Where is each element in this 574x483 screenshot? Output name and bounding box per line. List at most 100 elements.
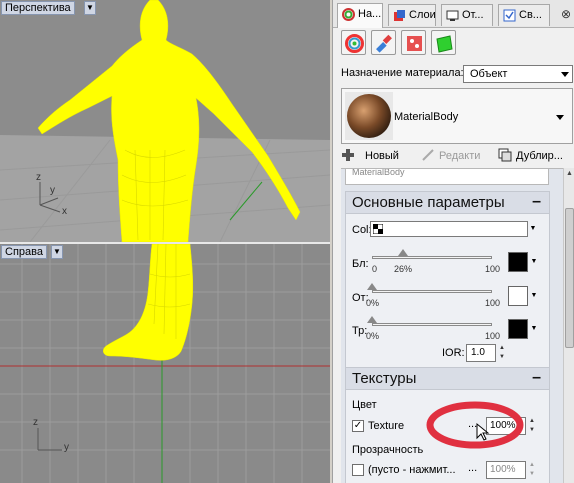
scrollbar[interactable]: ▲ xyxy=(563,168,574,483)
plus-icon xyxy=(342,149,354,161)
transparency-browse-button[interactable]: ... xyxy=(468,462,477,474)
edit-label: Редакти xyxy=(439,150,481,162)
tab-display[interactable]: От... xyxy=(441,4,493,26)
tr-slider[interactable]: 0% 100 xyxy=(366,316,500,341)
collapse-button[interactable]: – xyxy=(532,192,541,212)
chevron-down-icon[interactable]: ▼ xyxy=(529,220,537,238)
checker-icon xyxy=(373,224,383,234)
tab-layers[interactable]: Слои xyxy=(388,4,436,26)
texture-amount-stepper[interactable]: ▲ ▼ xyxy=(527,417,537,435)
slider-max: 100 xyxy=(485,298,501,308)
duplicate-icon xyxy=(498,148,512,162)
basic-parameters-section: Основные параметры – Col: ▼ Бл: 0 26% 10… xyxy=(345,191,550,371)
slider-max: 100 xyxy=(485,331,501,341)
display-tab-icon xyxy=(446,10,459,21)
material-editor-button[interactable] xyxy=(401,30,426,55)
edit-material-button[interactable]: Редакти xyxy=(421,148,480,163)
slider-thumb[interactable] xyxy=(367,283,377,290)
close-icon[interactable]: ⊗ xyxy=(561,8,573,20)
chevron-down-icon[interactable] xyxy=(556,115,564,120)
transparency-amount-input[interactable]: 100% xyxy=(486,461,526,479)
material-name-strip: MaterialBody xyxy=(345,169,549,185)
properties-panel: На... Слои От... Св... ⊗ Назначение мате… xyxy=(332,0,574,483)
viewport-menu-button[interactable]: ▼ xyxy=(84,1,96,15)
viewports-area: Перспектива ▼ z y x Справа ▼ z y xyxy=(0,0,330,483)
assignment-label: Назначение материала: xyxy=(341,67,464,79)
section-title: Основные параметры xyxy=(352,194,505,211)
tr-color-swatch[interactable] xyxy=(508,319,528,339)
ior-label: IOR: xyxy=(442,347,465,359)
eyedropper-icon xyxy=(376,34,392,53)
transparency-amount-stepper[interactable]: ▲ ▼ xyxy=(527,461,537,479)
panel-tabs: На... Слои От... Св... ⊗ xyxy=(333,0,574,28)
axis-x-label: x xyxy=(62,206,67,217)
texture-checkbox[interactable]: ✓ xyxy=(352,420,364,432)
tab-label: Св... xyxy=(519,9,542,21)
paint-icon xyxy=(407,36,422,51)
ot-slider[interactable]: 0% 100 xyxy=(366,283,500,308)
axis-z-label: z xyxy=(36,172,41,183)
chevron-down-icon[interactable]: ▼ xyxy=(530,319,538,339)
bl-slider[interactable]: 0 26% 100 xyxy=(372,249,500,274)
slider-value: 0% xyxy=(366,298,380,308)
right-scene xyxy=(0,244,330,483)
viewport-title-right[interactable]: Справа xyxy=(1,245,47,259)
material-preview-thumbnail xyxy=(345,92,393,140)
transparency-checkbox[interactable] xyxy=(352,464,364,476)
right-viewport[interactable]: Справа ▼ z y xyxy=(0,244,330,483)
match-material-button[interactable] xyxy=(371,30,396,55)
section-title: Текстуры xyxy=(352,370,417,387)
viewport-title-perspective[interactable]: Перспектива xyxy=(1,1,75,15)
texture-browse-button[interactable]: ... xyxy=(468,418,477,430)
texture-button[interactable] xyxy=(431,30,456,55)
chevron-down-icon[interactable]: ▼ xyxy=(530,252,538,272)
texture-icon xyxy=(436,35,453,53)
transparency-texture-name[interactable]: (пусто - нажмит... xyxy=(368,464,456,476)
axis-z-label: z xyxy=(33,417,38,428)
slider-max: 100 xyxy=(485,264,501,274)
slider-track xyxy=(372,256,492,259)
axis-y-label: y xyxy=(64,442,69,453)
section-header-textures[interactable]: Текстуры – xyxy=(346,368,549,390)
slider-track xyxy=(372,290,492,293)
scrollbar-thumb[interactable] xyxy=(565,208,574,348)
color-texture-field[interactable] xyxy=(370,221,528,237)
slider-value: 0% xyxy=(366,331,380,341)
tr-label: Тр: xyxy=(352,325,368,337)
slider-thumb[interactable] xyxy=(367,316,377,323)
viewport-menu-button[interactable]: ▼ xyxy=(51,245,63,259)
ior-stepper[interactable]: ▲ ▼ xyxy=(497,344,507,362)
material-selector[interactable]: MaterialBody xyxy=(341,88,573,144)
perspective-viewport[interactable]: Перспектива ▼ z y x xyxy=(0,0,330,242)
ot-color-swatch[interactable] xyxy=(508,286,528,306)
tab-properties[interactable]: Св... xyxy=(498,4,550,26)
new-material-button[interactable]: Новый xyxy=(341,148,399,163)
collapse-button[interactable]: – xyxy=(532,368,541,388)
scroll-up-icon[interactable]: ▲ xyxy=(564,168,574,180)
chevron-down-icon[interactable]: ▼ xyxy=(530,286,538,306)
tab-label: На... xyxy=(358,8,382,20)
new-label: Новый xyxy=(365,150,399,162)
color-texture-group-label: Цвет xyxy=(352,399,377,411)
ior-input[interactable]: 1.0 xyxy=(466,344,496,362)
material-tab-icon xyxy=(342,8,355,21)
duplicate-material-button[interactable]: Дублир... xyxy=(498,148,563,163)
col-label: Col: xyxy=(352,224,372,236)
bl-color-swatch[interactable] xyxy=(508,252,528,272)
texture-amount-input[interactable]: 100% xyxy=(486,417,526,435)
slider-thumb[interactable] xyxy=(398,249,409,256)
material-actions: Новый Редакти Дублир... xyxy=(341,146,573,166)
tab-label: От... xyxy=(462,9,484,21)
axis-y-label: y xyxy=(50,185,55,196)
layers-tab-icon xyxy=(394,10,405,21)
assignment-select[interactable]: Объект xyxy=(463,65,573,83)
texture-name[interactable]: Texture xyxy=(368,420,404,432)
chevron-down-icon xyxy=(561,72,569,77)
bl-label: Бл: xyxy=(352,258,369,270)
material-browser-button[interactable] xyxy=(341,30,366,55)
material-properties-scroll[interactable]: MaterialBody Основные параметры – Col: ▼… xyxy=(341,168,563,483)
tab-material[interactable]: На... xyxy=(337,3,383,28)
slider-value: 26% xyxy=(394,264,413,274)
section-header-basic[interactable]: Основные параметры – xyxy=(346,192,549,214)
material-name: MaterialBody xyxy=(394,111,459,123)
